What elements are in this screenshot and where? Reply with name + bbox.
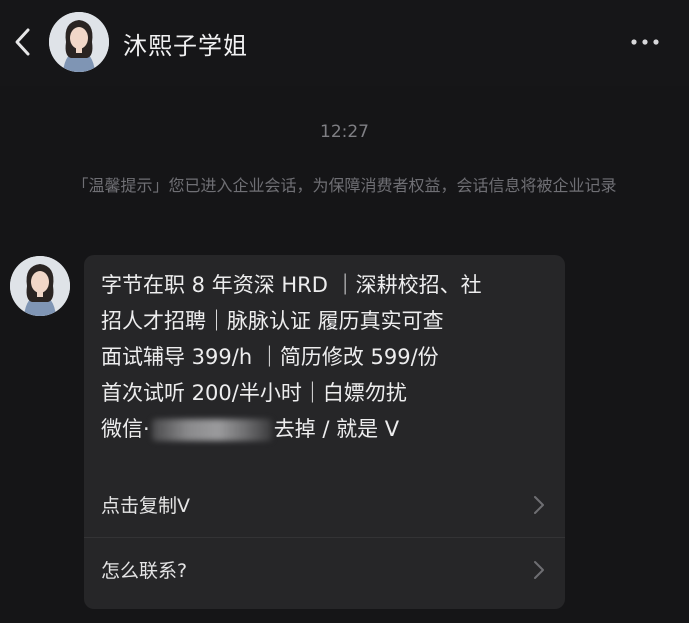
message-timestamp: 12:27 — [320, 122, 369, 142]
avatar-image — [49, 12, 109, 72]
more-dots-icon — [631, 39, 659, 45]
message-line: 字节在职 8 年资深 HRD ｜深耕校招、社 — [101, 273, 482, 297]
blurred-wechat-id — [151, 419, 272, 441]
contact-name: 沐熙子学姐 — [123, 32, 248, 60]
chevron-right-icon — [534, 496, 544, 514]
message-card[interactable]: 字节在职 8 年资深 HRD ｜深耕校招、社 招人才招聘｜脉脉认证 履历真实可查… — [84, 255, 565, 609]
message-text[interactable]: 字节在职 8 年资深 HRD ｜深耕校招、社 招人才招聘｜脉脉认证 履历真实可查… — [101, 267, 561, 447]
sender-avatar[interactable] — [10, 256, 70, 316]
system-notice: 「温馨提示」您已进入企业会话，为保障消费者权益，会话信息将被企业记录 — [72, 176, 617, 195]
chevron-left-icon — [15, 28, 30, 56]
action-label: 怎么联系? — [101, 560, 188, 582]
message-line: 微信· 去掉 / 就是 V — [101, 411, 561, 447]
more-button[interactable] — [625, 28, 665, 56]
copy-v-button[interactable]: 点击复制V — [84, 473, 565, 537]
message-line: 首次试听 200/半小时｜白嫖勿扰 — [101, 381, 407, 405]
wechat-suffix: 去掉 / 就是 V — [273, 417, 400, 441]
message-line: 招人才招聘｜脉脉认证 履历真实可查 — [101, 309, 444, 333]
action-label: 点击复制V — [101, 495, 190, 517]
back-button[interactable] — [8, 24, 38, 60]
avatar[interactable] — [49, 12, 109, 72]
avatar-image — [10, 256, 70, 316]
chevron-right-icon — [534, 561, 544, 579]
how-to-contact-button[interactable]: 怎么联系? — [84, 537, 565, 602]
wechat-label: 微信· — [101, 417, 150, 441]
chat-header: 沐熙子学姐 — [0, 0, 689, 86]
message-line: 面试辅导 399/h ｜简历修改 599/份 — [101, 345, 439, 369]
